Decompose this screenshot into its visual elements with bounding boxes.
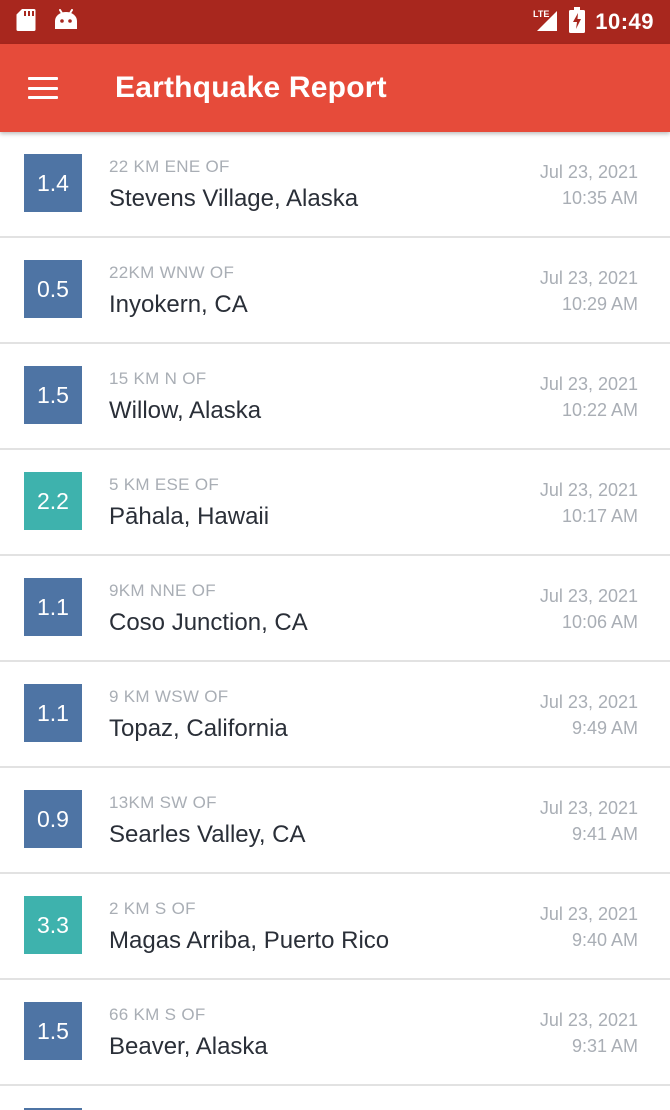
battery-charging-icon [569, 6, 586, 38]
location-name: Pāhala, Hawaii [109, 503, 270, 530]
location-offset: 22KM WNW OF [109, 263, 235, 282]
sd-card-icon [16, 8, 36, 37]
svg-text:LTE: LTE [533, 9, 549, 19]
quake-time: 10:22 AM [561, 400, 638, 420]
status-bar: LTE 10:49 [0, 0, 670, 44]
quake-time: 10:17 AM [561, 506, 638, 526]
quake-time: 9:41 AM [571, 824, 638, 844]
earthquake-list-item[interactable]: 3.3 2 KM S OF Magas Arriba, Puerto Rico … [0, 874, 670, 980]
location-name: Willow, Alaska [109, 397, 262, 424]
android-icon [54, 8, 78, 36]
earthquake-list-item[interactable]: 2.2 5 KM ESE OF Pāhala, Hawaii Jul 23, 2… [0, 450, 670, 556]
location-offset: 9 KM WSW OF [109, 687, 229, 706]
location-name: Searles Valley, CA [109, 821, 306, 848]
magnitude-badge: 1.1 [24, 578, 82, 636]
status-right-icons: LTE 10:49 [533, 6, 654, 38]
quake-time: 9:31 AM [571, 1036, 638, 1056]
location-name: Magas Arriba, Puerto Rico [109, 927, 390, 954]
location-name: Inyokern, CA [109, 291, 248, 318]
magnitude-badge: 2.2 [24, 472, 82, 530]
magnitude-badge: 1.5 [24, 366, 82, 424]
quake-date: Jul 23, 2021 [539, 692, 638, 712]
quake-time: 9:40 AM [571, 930, 638, 950]
status-time: 10:49 [595, 9, 654, 34]
earthquake-list-item[interactable]: 1.1 9 KM WSW OF Topaz, California Jul 23… [0, 662, 670, 768]
quake-date: Jul 23, 2021 [539, 162, 638, 182]
quake-time: 9:49 AM [571, 718, 638, 738]
location-name: Coso Junction, CA [109, 609, 308, 636]
location-offset: 2 KM S OF [109, 899, 196, 918]
location-name: Stevens Village, Alaska [109, 185, 359, 212]
quake-date: Jul 23, 2021 [539, 1010, 638, 1030]
location-name: Beaver, Alaska [109, 1033, 268, 1060]
quake-date: Jul 23, 2021 [539, 904, 638, 924]
earthquake-list-item[interactable]: 0.5 22KM WNW OF Inyokern, CA Jul 23, 202… [0, 238, 670, 344]
earthquake-list-item[interactable]: 1.4 22 KM ENE OF Stevens Village, Alaska… [0, 132, 670, 238]
quake-time: 10:06 AM [561, 612, 638, 632]
earthquake-list-item[interactable]: 1.5 15 KM N OF Willow, Alaska Jul 23, 20… [0, 344, 670, 450]
earthquake-list[interactable]: 1.4 22 KM ENE OF Stevens Village, Alaska… [0, 132, 670, 1110]
menu-icon[interactable] [28, 77, 58, 99]
magnitude-badge: 0.9 [24, 790, 82, 848]
quake-time: 10:29 AM [561, 294, 638, 314]
quake-date: Jul 23, 2021 [539, 374, 638, 394]
location-name: Topaz, California [109, 715, 288, 742]
earthquake-list-item[interactable]: 0.9 13KM SW OF Searles Valley, CA Jul 23… [0, 768, 670, 874]
quake-date: Jul 23, 2021 [539, 798, 638, 818]
app-bar: Earthquake Report [0, 44, 670, 132]
earthquake-list-item[interactable]: 1.1 9KM NNE OF Coso Junction, CA Jul 23,… [0, 556, 670, 662]
app-title: Earthquake Report [115, 71, 387, 104]
earthquake-list-item[interactable]: 1.5 66 KM S OF Beaver, Alaska Jul 23, 20… [0, 980, 670, 1086]
magnitude-badge: 0.5 [24, 260, 82, 318]
status-left-icons [16, 8, 78, 37]
location-offset: 9KM NNE OF [109, 581, 216, 600]
magnitude-badge: 1.4 [24, 154, 82, 212]
location-offset: 22 KM ENE OF [109, 157, 230, 176]
quake-date: Jul 23, 2021 [539, 268, 638, 288]
quake-date: Jul 23, 2021 [539, 586, 638, 606]
quake-date: Jul 23, 2021 [539, 480, 638, 500]
location-offset: 13KM SW OF [109, 793, 217, 812]
location-offset: 5 KM ESE OF [109, 475, 220, 494]
magnitude-badge: 3.3 [24, 896, 82, 954]
lte-signal-icon: LTE [533, 7, 559, 38]
location-offset: 66 KM S OF [109, 1005, 206, 1024]
earthquake-list-item-partial[interactable] [0, 1086, 670, 1110]
quake-time: 10:35 AM [561, 188, 638, 208]
location-offset: 15 KM N OF [109, 369, 207, 388]
magnitude-badge: 1.1 [24, 684, 82, 742]
magnitude-badge: 1.5 [24, 1002, 82, 1060]
